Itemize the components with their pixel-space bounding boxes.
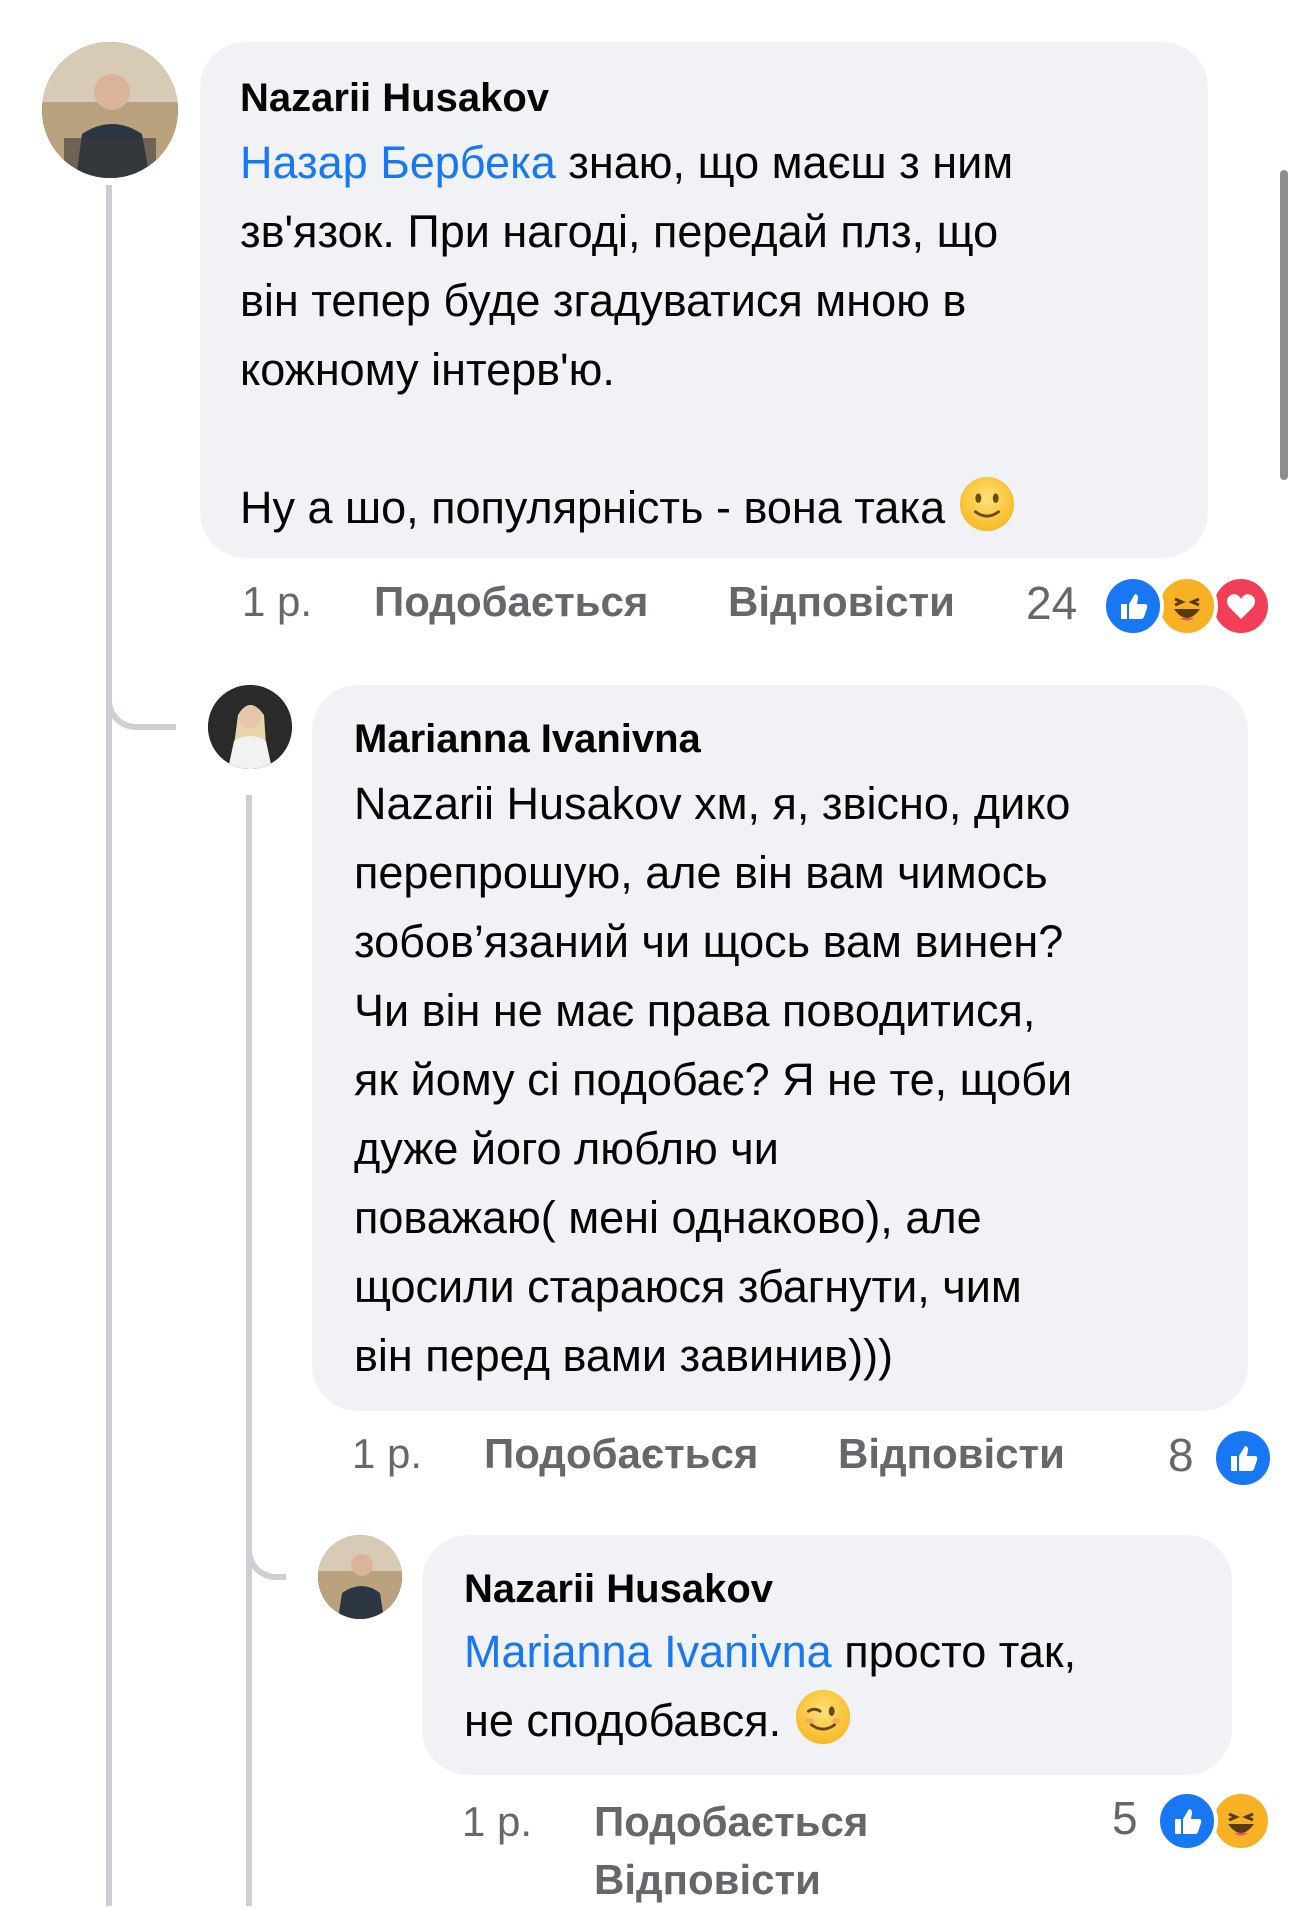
thread-branch-nested xyxy=(246,1490,286,1580)
winking-face-emoji xyxy=(795,1689,850,1745)
comment-author[interactable]: Marianna Ivanivna xyxy=(354,715,1206,763)
like-reaction-icon xyxy=(1156,1790,1218,1852)
comment-time[interactable]: 1 р. xyxy=(462,1798,532,1845)
comment-text: Marianna Ivanivna просто так, не сподобав… xyxy=(464,1617,1190,1755)
avatar-photo-icon xyxy=(208,685,292,769)
love-reaction-icon xyxy=(1210,575,1272,637)
reaction-count[interactable]: 24 xyxy=(1026,576,1077,630)
thread-line-nested xyxy=(246,795,252,1906)
avatar[interactable] xyxy=(208,685,292,769)
comment-author[interactable]: Nazarii Husakov xyxy=(464,1565,1190,1613)
comment-author[interactable]: Nazarii Husakov xyxy=(240,74,1168,122)
slightly-smiling-face-emoji xyxy=(959,476,1014,532)
avatar-photo-icon xyxy=(318,1535,402,1619)
comment-bubble: Nazarii Husakov Назар Бербека знаю, що м… xyxy=(200,42,1208,558)
comment-bubble: Marianna Ivanivna Nazarii Husakov хм, я,… xyxy=(312,685,1248,1411)
like-button[interactable]: Подобається xyxy=(484,1430,758,1478)
mention-link[interactable]: Назар Бербека xyxy=(240,137,556,188)
comment-body-line2: не сподобався. xyxy=(464,1695,794,1746)
reaction-count[interactable]: 5 xyxy=(1112,1791,1138,1845)
mention-link[interactable]: Marianna Ivanivna xyxy=(464,1626,832,1677)
reaction-count[interactable]: 8 xyxy=(1168,1428,1194,1482)
haha-reaction-icon xyxy=(1210,1790,1272,1852)
comment-time[interactable]: 1 р. xyxy=(242,578,312,625)
scrollbar[interactable] xyxy=(1280,170,1288,480)
like-button[interactable]: Подобається xyxy=(594,1793,868,1851)
reply-button[interactable]: Відповісти xyxy=(838,1430,1065,1478)
thread-branch xyxy=(106,640,176,730)
comment-meta: 1 р. Подобається Відповісти xyxy=(352,1430,1092,1478)
comment-meta: 1 р. Подобається Відповісти xyxy=(242,578,982,626)
like-reaction-icon xyxy=(1212,1427,1274,1489)
reply-button[interactable]: Відповісти xyxy=(728,578,955,626)
comment-body-line1: просто так, xyxy=(831,1626,1077,1677)
avatar-photo-icon xyxy=(42,42,178,178)
comment-text: Назар Бербека знаю, що маєш з ним зв'язо… xyxy=(240,128,1168,542)
comment-meta: 1 р. Подобається Відповісти xyxy=(462,1793,982,1903)
avatar[interactable] xyxy=(318,1535,402,1619)
like-button[interactable]: Подобається xyxy=(374,578,648,626)
haha-reaction-icon xyxy=(1156,575,1218,637)
thread-line xyxy=(106,185,112,1906)
reply-button[interactable]: Відповісти xyxy=(594,1851,821,1909)
comment-time[interactable]: 1 р. xyxy=(352,1430,422,1477)
like-reaction-icon xyxy=(1102,575,1164,637)
comment-body: знаю, що маєш з ним зв'язок. При нагоді,… xyxy=(240,137,1014,533)
comment-body: Nazarii Husakov хм, я, звісно, дико пере… xyxy=(354,778,1073,1381)
comment-bubble: Nazarii Husakov Marianna Ivanivna просто… xyxy=(422,1535,1232,1775)
avatar[interactable] xyxy=(42,42,178,178)
